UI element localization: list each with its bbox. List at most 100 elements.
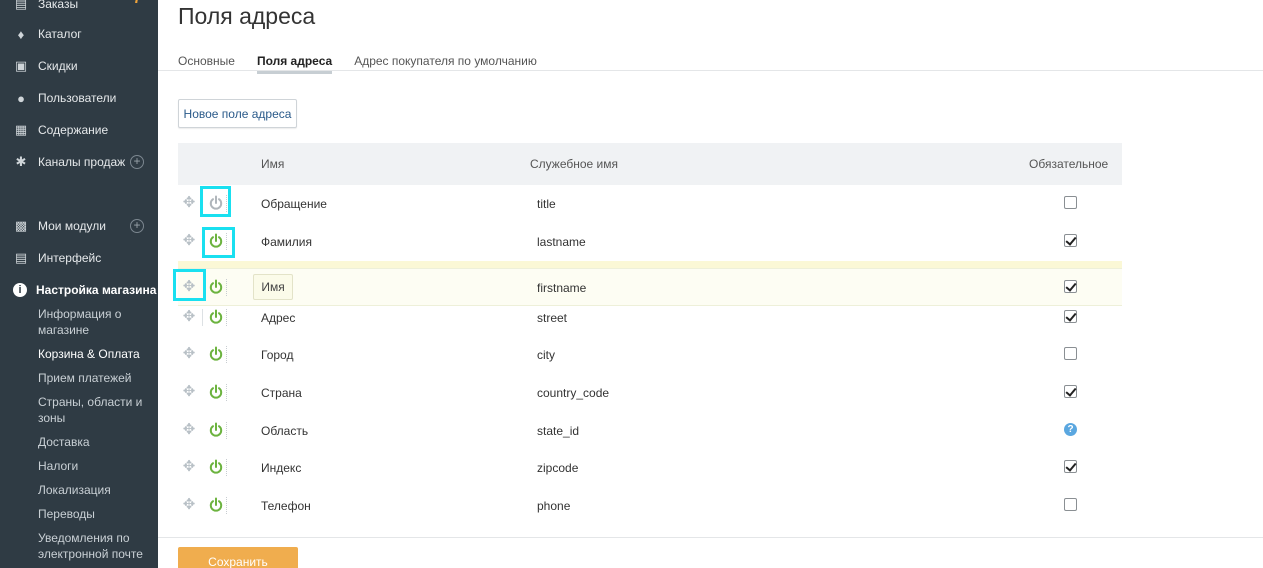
required-checkbox[interactable] [1064,310,1077,323]
sidebar-item-label: Настройка магазина [36,283,157,297]
tab-address-fields[interactable]: Поля адреса [256,54,333,74]
channels-icon: ✱ [15,154,27,169]
field-service-name: zipcode [537,461,579,475]
highlight-box [173,269,206,301]
column-divider [226,384,227,401]
sidebar-item-channels[interactable]: ✱ Каналы продаж + [0,150,158,174]
sidebar-item-orders[interactable]: ▤ Заказы 7 [0,0,158,16]
sidebar-item-users[interactable]: ● Пользователи [0,86,158,110]
power-on-icon[interactable] [208,384,224,400]
add-channel-icon[interactable]: + [130,155,144,169]
sidebar-item-label: Пользователи [38,91,117,105]
power-on-icon[interactable] [208,459,224,475]
sidebar-item-catalog[interactable]: ♦ Каталог [0,22,158,46]
power-on-icon[interactable] [208,497,224,513]
drag-handle-icon[interactable]: ✥ [182,497,196,512]
drag-handle-icon[interactable]: ✥ [182,459,196,474]
power-on-icon[interactable] [208,422,224,438]
field-service-name: city [537,348,555,362]
sidebar-subitem-cart-payment[interactable]: Корзина & Оплата [38,346,156,362]
table-row: ✥ Индекс zipcode [178,449,1122,487]
sidebar-item-store-settings[interactable]: i Настройка магазина [0,278,158,302]
column-divider [226,279,227,296]
orders-badge: 7 [133,0,141,7]
sidebar-item-discounts[interactable]: ▣ Скидки [0,54,158,78]
drag-handle-icon[interactable]: ✥ [182,195,196,210]
column-divider [226,497,227,514]
field-name: Город [261,348,294,362]
sidebar-subitem-translations[interactable]: Переводы [38,506,156,522]
header-required: Обязательное [1029,157,1109,171]
page-title: Поля адреса [178,3,316,29]
tabs-divider [158,70,1263,71]
sidebar-item-label: Заказы [38,0,79,11]
header-service-name: Служебное имя [530,157,619,171]
sidebar-item-modules[interactable]: ▩ Мои модули + [0,214,158,238]
help-icon[interactable]: ? [1064,423,1077,436]
sidebar-subitem-store-info[interactable]: Информация о магазине [38,306,156,338]
required-checkbox[interactable] [1064,234,1077,247]
new-address-field-button[interactable]: Новое поле адреса [178,99,297,128]
field-name: Индекс [261,461,302,475]
sidebar-item-label: Скидки [38,59,78,73]
field-name: Адрес [261,311,296,325]
field-name: Страна [261,386,302,400]
tabs: Основные Поля адреса Адрес покупателя по… [178,54,559,74]
tab-default-address[interactable]: Адрес покупателя по умолчанию [354,54,537,74]
table-header: Имя Служебное имя Обязательное [178,143,1122,185]
orders-icon: ▤ [14,0,28,11]
sidebar-subitem-shipping[interactable]: Доставка [38,434,156,450]
users-icon: ● [17,90,25,106]
image-icon: ▤ [14,250,28,265]
required-checkbox[interactable] [1064,385,1077,398]
highlight-box [202,227,235,258]
required-checkbox[interactable] [1064,347,1077,360]
sidebar: ▤ Заказы 7 ♦ Каталог ▣ Скидки ● Пользова… [0,0,158,568]
drop-placeholder [178,261,1122,268]
sidebar-item-label: Интерфейс [38,251,102,265]
sidebar-item-label: Мои модули [38,219,106,233]
field-service-name: lastname [537,235,586,249]
column-divider [226,346,227,363]
field-service-name: title [537,197,556,211]
sidebar-subitem-localization[interactable]: Локализация [38,482,156,498]
drag-handle-icon[interactable]: ✥ [182,346,196,361]
required-checkbox[interactable] [1064,498,1077,511]
sidebar-item-label: Содержание [38,123,109,137]
table-row: ✥ Фамилия lastname [178,223,1122,261]
table-row: ✥ Адрес street [178,299,1122,337]
power-on-icon[interactable] [208,346,224,362]
sidebar-item-interface[interactable]: ▤ Интерфейс [0,246,158,270]
field-service-name: state_id [537,424,580,438]
required-checkbox[interactable] [1064,196,1077,209]
drag-handle-icon[interactable]: ✥ [182,384,196,399]
sidebar-subitem-email-notifications[interactable]: Уведомления по электронной почте [38,530,156,562]
save-button[interactable]: Сохранить [178,547,298,568]
required-checkbox[interactable] [1064,280,1077,293]
required-checkbox[interactable] [1064,460,1077,473]
sidebar-subitem-payments[interactable]: Прием платежей [38,370,156,386]
sidebar-item-content[interactable]: ▦ Содержание [0,118,158,142]
info-icon: i [13,283,27,297]
footer-bar [158,538,1263,568]
table-row: ✥ Телефон phone [178,487,1122,525]
field-name: Обращение [261,197,327,211]
sidebar-subitem-taxes[interactable]: Налоги [38,458,156,474]
header-name: Имя [261,157,285,171]
drag-handle-icon[interactable]: ✥ [182,233,196,248]
sidebar-item-label: Каталог [38,27,82,41]
field-name: Фамилия [261,235,312,249]
main-content: Поля адреса Основные Поля адреса Адрес п… [158,0,1263,568]
field-service-name: phone [537,499,571,513]
add-module-icon[interactable]: + [130,219,144,233]
power-on-icon[interactable] [208,309,224,325]
highlight-box [200,186,231,217]
sidebar-subitem-countries[interactable]: Страны, области и зоны [38,394,156,426]
tag-icon: ♦ [17,26,25,42]
field-service-name: street [537,311,568,325]
power-on-icon[interactable] [208,279,224,295]
drag-handle-icon[interactable]: ✥ [182,309,196,324]
sidebar-item-label: Каналы продаж [38,155,126,169]
tab-general[interactable]: Основные [178,54,235,74]
drag-handle-icon[interactable]: ✥ [182,422,196,437]
